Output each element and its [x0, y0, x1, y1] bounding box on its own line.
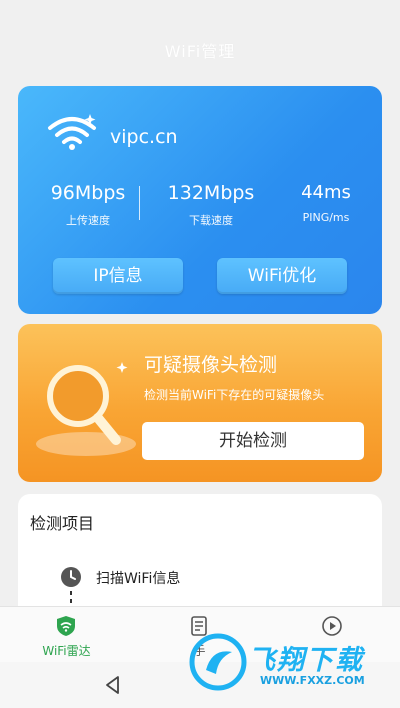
wifi-info-card: vipc.cn 96Mbps 上传速度 132Mbps 下载速度 44ms PI… [18, 86, 382, 314]
magnifier-icon [36, 362, 136, 456]
camera-detect-title: 可疑摄像头检测 [144, 354, 278, 376]
tab-wifi-radar[interactable]: WiFi雷达 [0, 607, 133, 663]
camera-detect-card: 可疑摄像头检测 检测当前WiFi下存在的可疑摄像头 开始检测 [18, 324, 382, 482]
watermark-brand: 飞翔下载 [248, 645, 364, 676]
download-speed-value: 132Mbps [167, 182, 255, 204]
ip-info-button[interactable]: IP信息 [53, 258, 183, 294]
stat-divider [139, 186, 140, 220]
page-title: WiFi管理 [164, 42, 236, 61]
tab-label: WiFi雷达 [42, 644, 91, 658]
detection-items-title: 检测项目 [30, 514, 95, 533]
upload-speed-label: 上传速度 [66, 214, 110, 227]
camera-detect-description: 检测当前WiFi下存在的可疑摄像头 [144, 388, 325, 402]
app-header: WiFi管理 [0, 0, 400, 86]
start-detect-button[interactable]: 开始检测 [142, 422, 364, 460]
ping-stat: 44ms PING/ms [284, 182, 368, 224]
shield-wifi-icon [57, 616, 75, 636]
timeline-connector [70, 591, 72, 607]
download-stat: 132Mbps 下载速度 [148, 182, 274, 228]
upload-stat: 96Mbps 上传速度 [36, 182, 140, 228]
ping-value: 44ms [301, 182, 351, 203]
watermark-logo-icon [189, 633, 247, 691]
wifi-optimize-button[interactable]: WiFi优化 [217, 258, 347, 294]
back-icon[interactable] [102, 674, 124, 696]
download-speed-label: 下载速度 [189, 214, 233, 227]
upload-speed-value: 96Mbps [50, 182, 126, 204]
wifi-icon [48, 114, 96, 150]
clock-icon [61, 567, 81, 587]
watermark-url: WWW.FXXZ.COM [260, 674, 365, 687]
ping-label: PING/ms [302, 211, 350, 224]
speed-stats: 96Mbps 上传速度 132Mbps 下载速度 44ms PING/ms [18, 182, 382, 234]
list-item: 扫描WiFi信息 [96, 571, 181, 587]
wifi-ssid: vipc.cn [110, 126, 178, 148]
watermark: 飞翔下载 WWW.FXXZ.COM [188, 632, 394, 692]
detection-items-panel: 检测项目 扫描WiFi信息 [18, 494, 382, 624]
